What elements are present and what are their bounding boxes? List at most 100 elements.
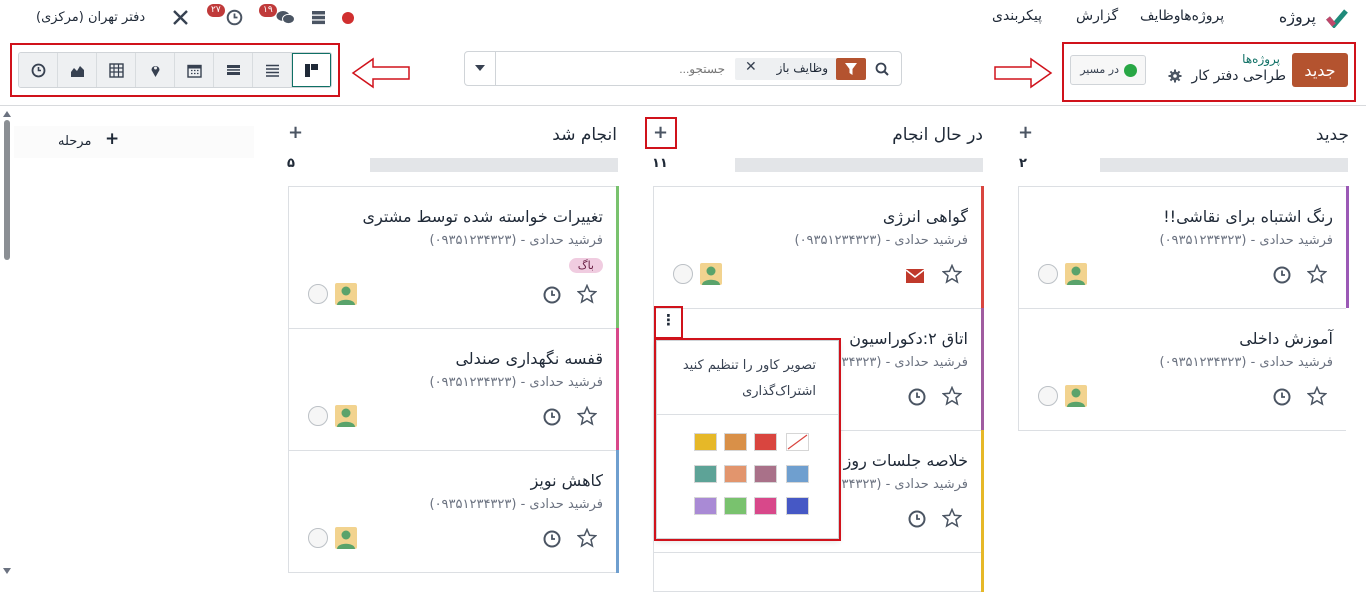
- card-title: خلاصه جلسات روز: [843, 451, 968, 470]
- activity-clock-icon[interactable]: [1272, 265, 1292, 285]
- kanban-state-circle[interactable]: [1038, 264, 1058, 284]
- plus-icon: +: [105, 129, 120, 149]
- status-dot-icon[interactable]: [342, 12, 354, 24]
- graph-view-button[interactable]: [58, 53, 97, 87]
- calendar-view-button[interactable]: [175, 53, 214, 87]
- activity-clock-icon[interactable]: [907, 509, 927, 529]
- messages-icon[interactable]: [276, 9, 295, 26]
- progress-bar-done[interactable]: [370, 158, 618, 172]
- status-label: در مسیر: [1080, 63, 1119, 76]
- company-switcher[interactable]: دفتر تهران (مرکزی): [36, 10, 145, 25]
- star-icon[interactable]: [1307, 386, 1327, 406]
- progress-bar-in-progress[interactable]: [735, 158, 983, 172]
- facet-remove-icon[interactable]: ✕: [745, 59, 757, 75]
- app-logo-icon[interactable]: [1326, 8, 1348, 28]
- messages-badge: ۱۹: [259, 4, 277, 17]
- new-button[interactable]: جدید: [1292, 53, 1348, 87]
- card-title: گواهی انرژی: [882, 207, 968, 226]
- activity-clock-icon[interactable]: [1272, 387, 1292, 407]
- star-icon[interactable]: [942, 264, 962, 284]
- avatar[interactable]: [335, 405, 357, 427]
- activity-clock-icon[interactable]: [907, 387, 927, 407]
- column-title-done: انجام شد: [552, 125, 617, 145]
- task-card[interactable]: [653, 552, 984, 592]
- activity-clock-icon[interactable]: [226, 9, 243, 26]
- server-icon[interactable]: [311, 10, 326, 25]
- card-color-stripe: [616, 450, 619, 573]
- kanban-state-circle[interactable]: [308, 528, 328, 548]
- top-navbar: پروژه پروژه‌ها وظایف گزارش پیکربندی ۱۹ ۲…: [0, 0, 1366, 36]
- map-marker-icon: [151, 65, 159, 77]
- menu-projects[interactable]: پروژه‌ها: [1180, 8, 1224, 24]
- envelope-icon[interactable]: [905, 266, 925, 286]
- facet-open-tasks: وظایف باز ✕: [735, 58, 866, 80]
- kanban-state-circle[interactable]: [1038, 386, 1058, 406]
- tag-badge: باگ: [568, 258, 603, 273]
- list-view-button[interactable]: [253, 53, 292, 87]
- menu-reporting[interactable]: گزارش: [1076, 8, 1118, 24]
- avatar[interactable]: [1065, 385, 1087, 407]
- pivot-view-button[interactable]: [97, 53, 136, 87]
- card-title: اتاق ۲:دکوراسیون: [849, 329, 968, 348]
- scroll-down-icon[interactable]: [3, 568, 11, 574]
- star-icon[interactable]: [577, 406, 597, 426]
- app-name[interactable]: پروژه: [1279, 7, 1316, 26]
- tools-icon[interactable]: [172, 9, 189, 26]
- search-input[interactable]: [575, 57, 725, 81]
- avatar[interactable]: [1065, 263, 1087, 285]
- task-card[interactable]: رنگ اشتباه برای نقاشی!! فرشید حدادی - (۰…: [1018, 186, 1349, 309]
- star-icon[interactable]: [577, 284, 597, 304]
- task-card[interactable]: تغییرات خواسته شده توسط مشتری فرشید حداد…: [288, 186, 619, 329]
- menu-configuration[interactable]: پیکربندی: [992, 8, 1042, 24]
- gantt-view-button[interactable]: [214, 53, 253, 87]
- task-card[interactable]: گواهی انرژی فرشید حدادی - (۰۹۳۵۱۲۳۴۳۲۳): [653, 186, 984, 309]
- facet-label: وظایف باز: [776, 61, 828, 75]
- map-view-button[interactable]: [136, 53, 175, 87]
- activity-view-button[interactable]: [19, 53, 58, 87]
- kanban-view-button[interactable]: [292, 53, 331, 87]
- breadcrumb-parent[interactable]: پروژه‌ها: [1242, 52, 1280, 66]
- card-menu-toggle-icon[interactable]: ⋮: [661, 311, 676, 329]
- card-color-stripe: [981, 308, 984, 431]
- card-color-stripe: [981, 430, 984, 553]
- add-task-in-progress-icon[interactable]: +: [653, 122, 668, 143]
- add-task-done-icon[interactable]: +: [288, 122, 303, 143]
- scrollbar[interactable]: [4, 120, 10, 260]
- task-card[interactable]: آموزش داخلی فرشید حدادی - (۰۹۳۵۱۲۳۴۳۲۳): [1018, 308, 1349, 431]
- gantt-icon: [226, 64, 240, 75]
- card-color-stripe: [981, 186, 984, 309]
- arrow-left-annotation-icon: [351, 57, 410, 89]
- star-icon[interactable]: [942, 508, 962, 528]
- breadcrumb-current: طراحی دفتر کار: [1191, 68, 1286, 84]
- add-task-new-icon[interactable]: +: [1018, 122, 1033, 143]
- task-card[interactable]: کاهش نویز فرشید حدادی - (۰۹۳۵۱۲۳۴۳۲۳): [288, 450, 619, 573]
- gear-icon[interactable]: [1168, 69, 1182, 83]
- menu-tasks[interactable]: وظایف: [1140, 8, 1181, 24]
- progress-bar-new[interactable]: [1100, 158, 1348, 172]
- activity-clock-icon[interactable]: [542, 285, 562, 305]
- activity-clock-icon[interactable]: [542, 407, 562, 427]
- star-icon[interactable]: [577, 528, 597, 548]
- column-title-new: جدید: [1315, 125, 1349, 145]
- card-subtitle: فرشید حدادی - (۰۹۳۵۱۲۳۴۳۲۳): [429, 375, 603, 390]
- card-title: کاهش نویز: [530, 471, 603, 490]
- column-count-done: ۵: [287, 156, 295, 171]
- add-stage-button[interactable]: + مرحله: [14, 126, 254, 158]
- status-selector[interactable]: در مسیر: [1070, 55, 1146, 85]
- kanban-state-circle[interactable]: [308, 284, 328, 304]
- highlight-box-dropdown: [654, 338, 841, 541]
- star-icon[interactable]: [942, 386, 962, 406]
- search-options-toggle[interactable]: [465, 52, 496, 85]
- star-icon[interactable]: [1307, 264, 1327, 284]
- avatar[interactable]: [700, 263, 722, 285]
- status-green-icon: [1124, 64, 1137, 77]
- avatar[interactable]: [335, 283, 357, 305]
- avatar[interactable]: [335, 527, 357, 549]
- kanban-state-circle[interactable]: [308, 406, 328, 426]
- activity-clock-icon[interactable]: [542, 529, 562, 549]
- scroll-up-icon[interactable]: [3, 111, 11, 117]
- task-card[interactable]: قفسه نگهداری صندلی فرشید حدادی - (۰۹۳۵۱۲…: [288, 328, 619, 451]
- card-color-stripe: [616, 328, 619, 451]
- kanban-state-circle[interactable]: [673, 264, 693, 284]
- search-icon[interactable]: [875, 62, 889, 76]
